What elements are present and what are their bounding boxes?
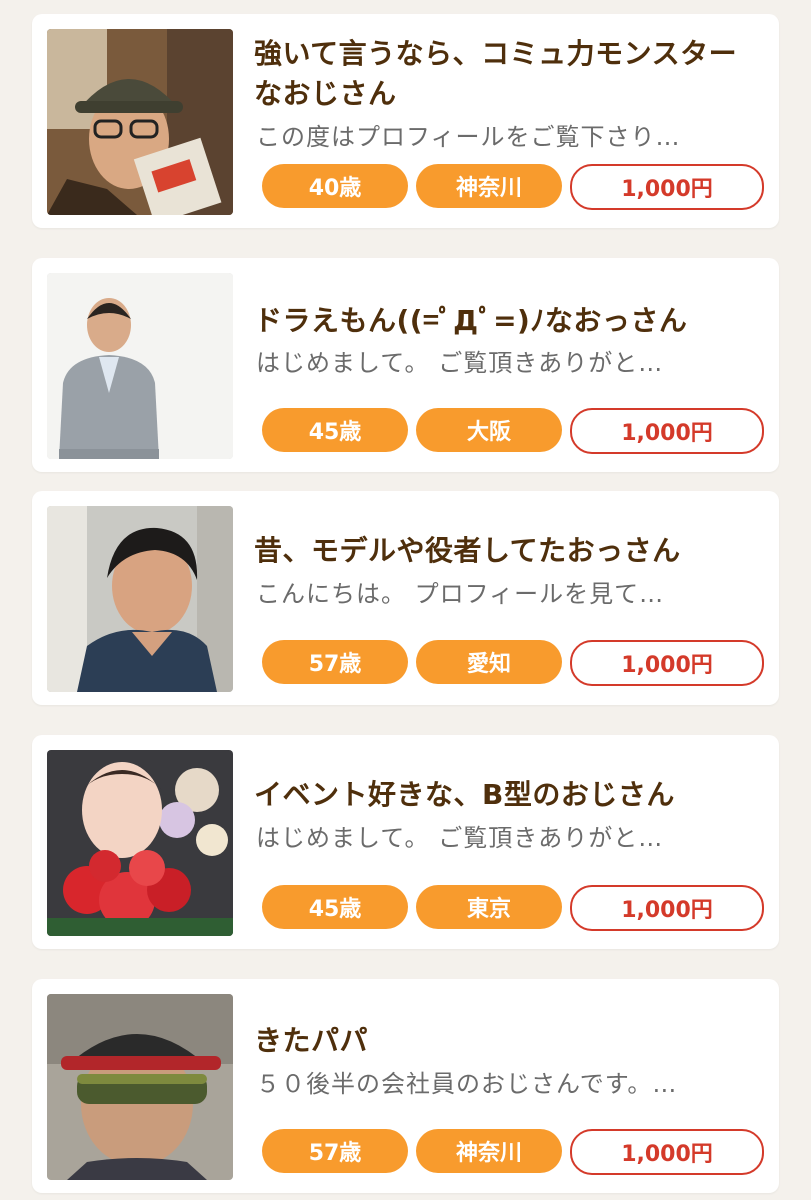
profile-excerpt: ５０後半の会社員のおじさんです。… [256,1070,678,1098]
profile-photo [47,29,233,215]
profile-card[interactable]: きたパパ ５０後半の会社員のおじさんです。… 57歳 神奈川 1,000円 [32,979,779,1193]
age-badge: 45歳 [262,408,408,452]
area-badge: 東京 [416,885,562,929]
profile-title[interactable]: 強いて言うなら、コミュ力モンスターなおじさん [254,34,764,114]
price-button[interactable]: 1,000円 [570,640,764,686]
profile-card[interactable]: イベント好きな、B型のおじさん はじめまして。 ご覧頂きありがと… 45歳 東京… [32,735,779,949]
age-badge: 40歳 [262,164,408,208]
price-button[interactable]: 1,000円 [570,885,764,931]
area-badge: 愛知 [416,640,562,684]
profile-excerpt: こんにちは。 プロフィールを見て… [256,580,665,608]
profile-excerpt: はじめまして。 ご覧頂きありがと… [256,349,664,377]
age-badge: 57歳 [262,1129,408,1173]
price-button[interactable]: 1,000円 [570,1129,764,1175]
profile-photo [47,506,233,692]
profile-card[interactable]: 昔、モデルや役者してたおっさん こんにちは。 プロフィールを見て… 57歳 愛知… [32,491,779,705]
profile-excerpt: この度はプロフィールをご覧下さり… [256,123,681,151]
profile-photo [47,994,233,1180]
profile-photo [47,750,233,936]
profile-title[interactable]: イベント好きな、B型のおじさん [254,775,764,815]
profile-title[interactable]: 昔、モデルや役者してたおっさん [254,531,764,571]
profile-excerpt: はじめまして。 ご覧頂きありがと… [256,824,664,852]
age-badge: 45歳 [262,885,408,929]
price-button[interactable]: 1,000円 [570,408,764,454]
area-badge: 大阪 [416,408,562,452]
profile-title[interactable]: ドラえもん((=ﾟДﾟ=)ﾉなおっさん [254,301,764,341]
area-badge: 神奈川 [416,1129,562,1173]
area-badge: 神奈川 [416,164,562,208]
profile-title[interactable]: きたパパ [254,1021,764,1061]
price-button[interactable]: 1,000円 [570,164,764,210]
age-badge: 57歳 [262,640,408,684]
profile-photo [47,273,233,459]
profile-card[interactable]: ドラえもん((=ﾟДﾟ=)ﾉなおっさん はじめまして。 ご覧頂きありがと… 45… [32,258,779,472]
profile-card[interactable]: 強いて言うなら、コミュ力モンスターなおじさん この度はプロフィールをご覧下さり…… [32,14,779,228]
